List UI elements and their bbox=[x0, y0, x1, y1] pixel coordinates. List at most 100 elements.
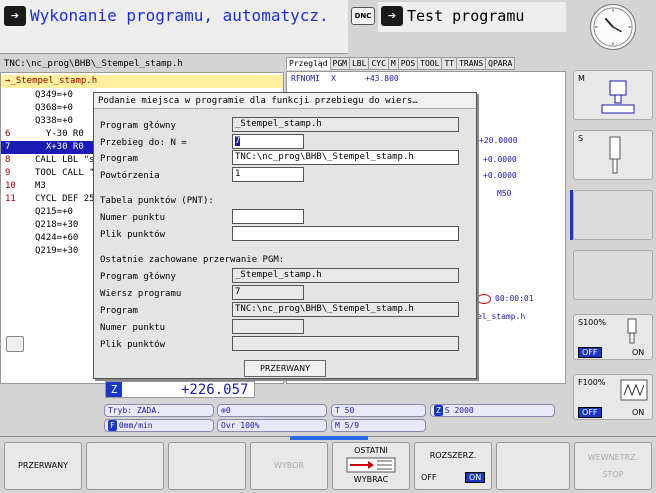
line-text: Q218=+30 bbox=[35, 220, 79, 230]
line-text: Q338=+0 bbox=[35, 116, 73, 126]
line-text: Q368=+0 bbox=[35, 103, 73, 113]
feed-override-softkey[interactable]: F100% OFF ON bbox=[573, 374, 653, 420]
last-line-label: Wiersz programu bbox=[100, 289, 182, 299]
przerwany-softkey-label: PRZERWANY bbox=[18, 461, 68, 470]
s100-label: S100% bbox=[578, 318, 606, 327]
empty-softkey[interactable] bbox=[573, 250, 653, 300]
line-text: X+30 R0 bbox=[35, 142, 84, 152]
status-program-name: el_stamp.h bbox=[477, 312, 526, 321]
status-value: +0.0000 bbox=[483, 155, 517, 164]
przerwany-button[interactable]: PRZERWANY bbox=[244, 360, 326, 377]
status-tab[interactable]: TT bbox=[441, 57, 458, 70]
rfnom-axis: X bbox=[331, 74, 336, 83]
status-value: +0.0000 bbox=[483, 171, 517, 180]
feed-label: F bbox=[108, 420, 117, 431]
s-off-toggle: OFF bbox=[578, 347, 602, 358]
mode-title-right: Test programu bbox=[407, 7, 525, 25]
feed-value: 0mm/min bbox=[118, 421, 153, 430]
rozszerz-softkey[interactable]: ROZSZERZ. OFF ON bbox=[414, 442, 492, 490]
run-to-field[interactable]: 7 bbox=[232, 134, 304, 149]
ostatni-label: OSTATNI bbox=[354, 446, 388, 455]
axis-value: +226.057 bbox=[181, 382, 249, 398]
ostatni-wybrac-softkey[interactable]: OSTATNI WYBRAC bbox=[332, 442, 410, 490]
last-point-file-label: Plik punktów bbox=[100, 340, 166, 350]
mode-title-left: Wykonanie programu, automatycz. bbox=[30, 6, 329, 25]
spindle-icon bbox=[609, 136, 621, 174]
dialog-title: Podanie miejsca w programie dla funkcji … bbox=[94, 93, 476, 109]
program-path: TNC:\nc_prog\BHB\_Stempel_stamp.h bbox=[4, 59, 183, 69]
feed-override-icon bbox=[620, 379, 648, 401]
last-program-label: Program bbox=[100, 306, 138, 316]
empty-softkey[interactable] bbox=[168, 442, 246, 490]
run-time: 00:00:01 bbox=[495, 294, 534, 303]
line-number: 8 bbox=[5, 155, 11, 165]
feed-status: F 0mm/min bbox=[104, 419, 214, 432]
mode-status: Tryb: ZADA. bbox=[104, 404, 214, 417]
przerwany-softkey[interactable]: PRZERWANY bbox=[4, 442, 82, 490]
status-tabs: Przegląd PGM LBL CYC M POS TOOL TT TRANS QPARA bbox=[286, 57, 566, 71]
line-text: Q215=+0 bbox=[35, 207, 73, 217]
mode-header-left: ➔ Wykonanie programu, automatycz. bbox=[0, 0, 348, 54]
split-screen-icon[interactable] bbox=[6, 336, 24, 352]
last-point-number-label: Numer punktu bbox=[100, 323, 166, 333]
program-field[interactable]: TNC:\nc_prog\BHB\_Stempel_stamp.h bbox=[232, 150, 459, 165]
last-break-section-label: Ostatnie zachowane przerwanie PGM: bbox=[100, 255, 285, 265]
empty-softkey[interactable] bbox=[86, 442, 164, 490]
status-tab[interactable]: QPARA bbox=[485, 57, 516, 70]
point-file-field[interactable] bbox=[232, 226, 459, 241]
status-tab[interactable]: TRANS bbox=[456, 57, 487, 70]
status-tab[interactable]: POS bbox=[397, 57, 419, 70]
dnc-icon[interactable]: DNC bbox=[351, 7, 375, 25]
status-tab[interactable]: TOOL bbox=[417, 57, 443, 70]
rozszerz-label: ROZSZERZ. bbox=[429, 451, 477, 460]
wybor-softkey-label: WYBOR bbox=[274, 461, 304, 470]
point-number-label: Numer punktu bbox=[100, 213, 166, 223]
m-function-status: M 5/9 bbox=[331, 419, 426, 432]
status-tab[interactable]: LBL bbox=[348, 57, 370, 70]
speed-axis-label: Z bbox=[434, 405, 443, 416]
internal-stop-softkey[interactable]: WEWNETRZ. STOP bbox=[574, 442, 652, 490]
repeats-field[interactable]: 1 bbox=[232, 167, 304, 182]
point-file-label: Plik punktów bbox=[100, 230, 166, 240]
line-text: Q349=+0 bbox=[35, 90, 73, 100]
m-label: M bbox=[578, 74, 585, 83]
point-number-field[interactable] bbox=[232, 209, 304, 224]
line-text: Q219=+30 bbox=[35, 246, 79, 256]
line-number: 7 bbox=[5, 142, 11, 152]
tool-status: T 50 bbox=[331, 404, 426, 417]
wybor-softkey[interactable]: WYBOR bbox=[250, 442, 328, 490]
line-text: Y-30 R0 bbox=[35, 129, 84, 139]
mode-header-right[interactable]: ➔ Test programu bbox=[378, 2, 566, 32]
run-to-label: Przebieg do: N = bbox=[100, 138, 187, 148]
rozszerz-on: ON bbox=[465, 472, 486, 483]
stop-label: STOP bbox=[602, 470, 624, 479]
spindle-override-softkey[interactable]: S100% OFF ON bbox=[573, 314, 653, 360]
m-function-softkey[interactable]: M bbox=[573, 70, 653, 120]
softkey-indicator bbox=[570, 190, 573, 240]
speed-status: ZS 2000 bbox=[430, 404, 555, 417]
softkey-page-indicator bbox=[290, 436, 368, 440]
repeats-label: Powtórzenia bbox=[100, 171, 160, 181]
axis-label: Z bbox=[106, 382, 122, 397]
main-program-label: Program główny bbox=[100, 121, 176, 131]
wybrac-label: WYBRAC bbox=[353, 475, 389, 484]
last-point-number-field bbox=[232, 319, 304, 334]
f-on-toggle: ON bbox=[632, 408, 645, 417]
main-program-field: _Stempel_stamp.h bbox=[232, 117, 459, 132]
override-status: Ovr 100% bbox=[217, 419, 327, 432]
s-function-softkey[interactable]: S bbox=[573, 130, 653, 180]
program-test-icon: ➔ bbox=[381, 6, 403, 26]
spindle-status-value: 0 bbox=[225, 406, 231, 415]
selected-program[interactable]: →_Stempel_stamp.h bbox=[1, 75, 283, 88]
line-number: 6 bbox=[5, 129, 11, 139]
last-line-field: 7 bbox=[232, 285, 304, 300]
status-tab[interactable]: CYC bbox=[368, 57, 389, 70]
status-value: +20.0000 bbox=[479, 136, 518, 145]
status-tab[interactable]: PGM bbox=[329, 57, 350, 70]
spindle-override-icon bbox=[627, 318, 637, 344]
program-run-icon: ➔ bbox=[4, 6, 26, 26]
empty-softkey[interactable] bbox=[496, 442, 570, 490]
last-point-file-field bbox=[232, 336, 459, 351]
status-tab[interactable]: Przegląd bbox=[286, 57, 331, 70]
empty-softkey[interactable] bbox=[573, 190, 653, 240]
